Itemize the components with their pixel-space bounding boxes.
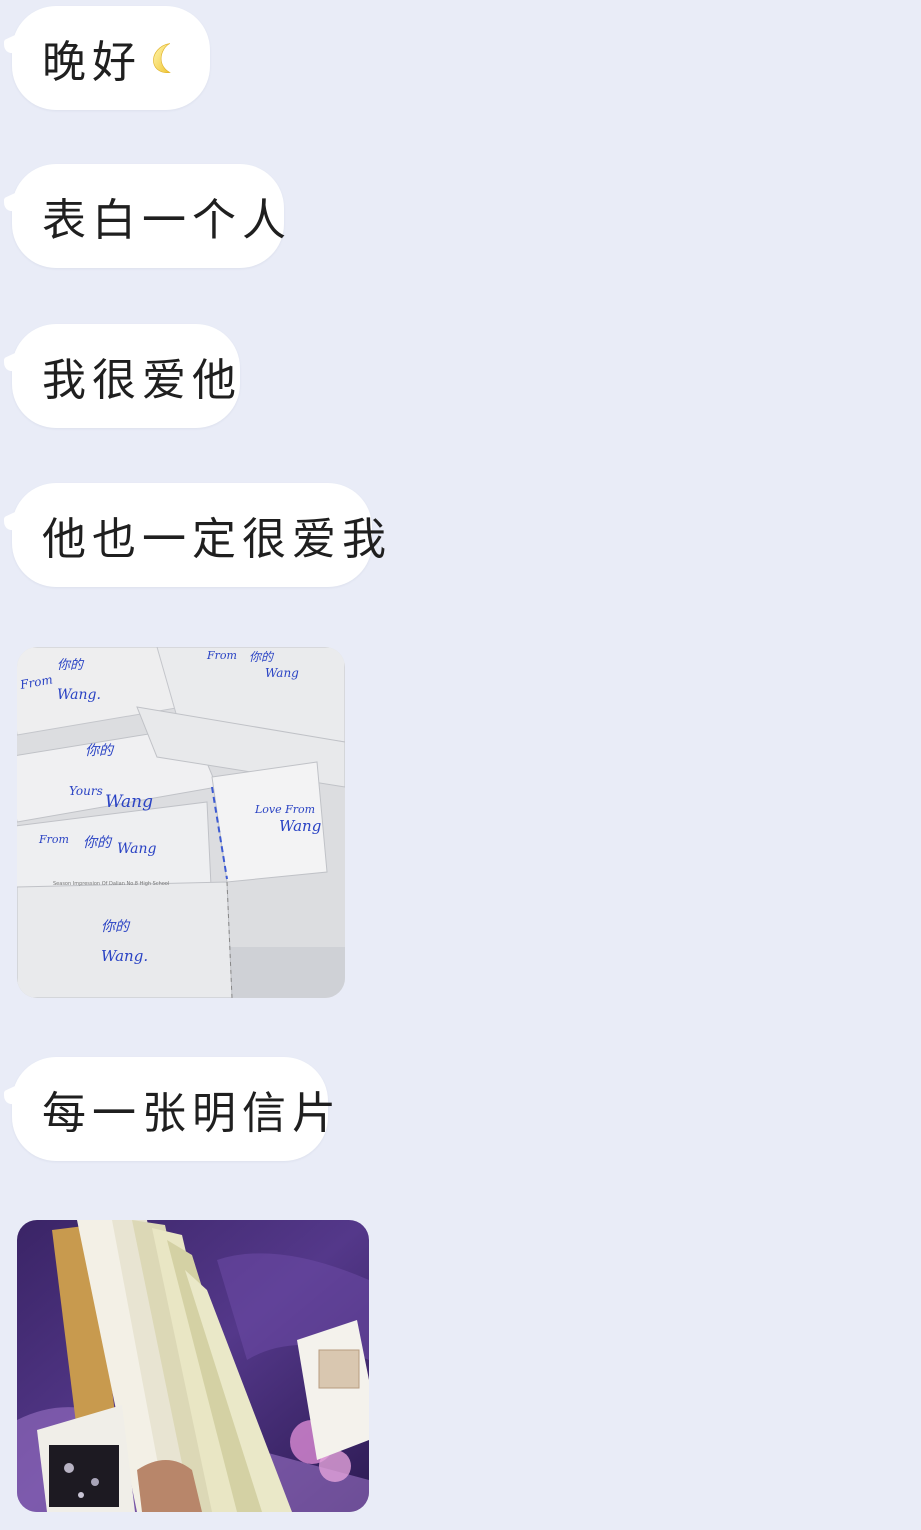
handwriting: Wang — [265, 666, 299, 680]
handwriting: 你的 — [83, 835, 113, 851]
handwriting: Yours — [69, 784, 103, 798]
handwriting: From — [206, 649, 237, 662]
chat-thread: 晚好 表白一个人 我很爱他 他也一定很爱我 From 你的 Wang. From… — [0, 0, 921, 1530]
handwriting: 你的 — [249, 650, 275, 664]
handwriting: From — [38, 833, 69, 846]
handwriting: 你的 — [101, 919, 131, 935]
message-bubble[interactable]: 每一张明信片 — [12, 1057, 336, 1161]
message-bubble[interactable]: 他也一定很爱我 — [12, 483, 386, 587]
message-text: 每一张明信片 — [42, 1088, 342, 1139]
message-text: 表白一个人 — [42, 195, 292, 246]
message-text: 我很爱他 — [42, 355, 242, 406]
message-bubble[interactable]: 我很爱他 — [12, 324, 240, 428]
message-bubble[interactable]: 表白一个人 — [12, 164, 286, 268]
handwriting: Wang. — [101, 947, 148, 965]
crescent-moon-icon — [153, 43, 171, 74]
handwriting: Wang. — [57, 687, 101, 703]
printed-text: Season Impression Of Dalian No.8 High Sc… — [53, 881, 169, 887]
handwriting: 你的 — [85, 743, 115, 759]
postcard-stack-photo[interactable] — [17, 1220, 369, 1512]
handwriting: 你的 — [57, 658, 85, 673]
postcards-photo[interactable]: From 你的 Wang. From 你的 Wang 你的 Yours Wang… — [17, 647, 345, 998]
message-text: 他也一定很爱我 — [42, 514, 392, 565]
handwriting: Wang — [117, 841, 157, 857]
handwriting: Wang — [279, 817, 321, 835]
handwriting: Love From — [254, 803, 315, 816]
handwriting: Wang — [105, 792, 153, 812]
message-text: 晚好 — [42, 37, 142, 88]
message-bubble[interactable]: 晚好 — [12, 6, 210, 110]
